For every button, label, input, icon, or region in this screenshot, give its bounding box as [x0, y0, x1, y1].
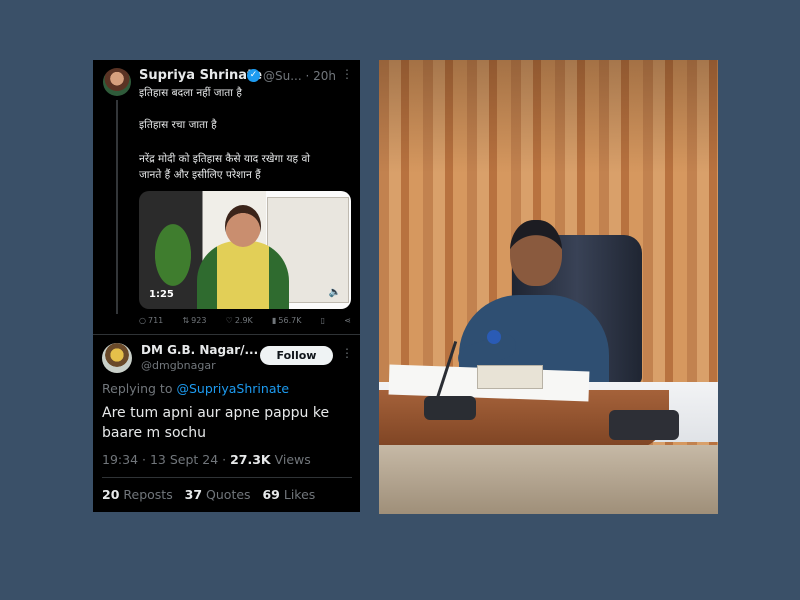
views-count: 27.3K: [230, 452, 271, 467]
reply-author-name[interactable]: DM G.B. Nagar/...: [141, 343, 258, 357]
reply-action[interactable]: ○ 711: [139, 316, 163, 325]
retweet-icon: ⇅: [182, 316, 190, 325]
reposts-stat[interactable]: 20 Reposts: [102, 487, 173, 502]
office-photo: [379, 60, 718, 514]
tweet-screenshot: Supriya Shrinate ✓ @Su... · 20h ⋮ इतिहास…: [93, 60, 360, 512]
bookmark-icon[interactable]: ▯: [321, 316, 325, 325]
desk-front: [379, 445, 718, 514]
replying-to: Replying to @SupriyaShrinate: [102, 381, 290, 396]
author-avatar[interactable]: [103, 68, 131, 96]
reply-author-handle[interactable]: @dmgbnagar: [141, 359, 216, 372]
tweet-actions: ○ 711 ⇅ 923 ♡ 2.9K ▮ 56.7K ▯ ⋖: [139, 316, 351, 325]
retweet-action[interactable]: ⇅ 923: [182, 316, 206, 325]
video-duration: 1:25: [149, 289, 174, 300]
reply-author-avatar[interactable]: [102, 343, 132, 373]
reply-meta: 19:34 · 13 Sept 24 · 27.3K Views: [102, 452, 311, 467]
speaker-head: [225, 205, 261, 247]
reply-icon: ○: [139, 316, 146, 325]
verified-badge-icon: ✓: [247, 69, 260, 82]
follow-button[interactable]: Follow: [260, 346, 333, 365]
reply-text: Are tum apni aur apne pappu ke baare m s…: [102, 405, 330, 441]
official-head: [510, 220, 562, 286]
author-name[interactable]: Supriya Shrinate: [139, 68, 262, 83]
views-action[interactable]: ▮ 56.7K: [272, 316, 301, 325]
tweet-text-line: इतिहास बदला नहीं जाता है: [139, 87, 242, 99]
open-book: [477, 365, 543, 389]
thread-line: [116, 100, 118, 314]
microphone-head: [487, 330, 501, 344]
more-icon[interactable]: ⋮: [341, 67, 353, 81]
likes-stat[interactable]: 69 Likes: [262, 487, 315, 502]
like-icon: ♡: [225, 316, 233, 325]
more-icon[interactable]: ⋮: [341, 346, 353, 360]
tweet-text-line: इतिहास रचा जाता है: [139, 119, 217, 131]
reply-timestamp[interactable]: 19:34 · 13 Sept 24 ·: [102, 452, 226, 467]
tweet-text-line: नरेंद्र मोदी को इतिहास कैसे याद रखेगा यह…: [139, 153, 311, 165]
like-action[interactable]: ♡ 2.9K: [226, 316, 253, 325]
mention-link[interactable]: @SupriyaShrinate: [176, 381, 289, 396]
author-handle-time[interactable]: @Su... · 20h: [263, 69, 336, 83]
divider: [102, 477, 352, 478]
divider: [93, 334, 360, 335]
reply-stats: 20 Reposts 37 Quotes 69 Likes: [102, 487, 315, 502]
mute-icon[interactable]: 🔈: [329, 287, 341, 298]
video-thumbnail[interactable]: 1:25 🔈: [139, 191, 351, 309]
desk-phone: [609, 410, 679, 440]
quotes-stat[interactable]: 37 Quotes: [185, 487, 251, 502]
share-icon[interactable]: ⋖: [344, 316, 351, 325]
microphone-base: [424, 396, 476, 420]
tweet-text-line: जानते हैं और इसीलिए परेशान हैं: [139, 169, 261, 181]
speaker-body: [197, 241, 289, 309]
views-label: Views: [274, 452, 311, 467]
views-icon: ▮: [272, 316, 277, 325]
